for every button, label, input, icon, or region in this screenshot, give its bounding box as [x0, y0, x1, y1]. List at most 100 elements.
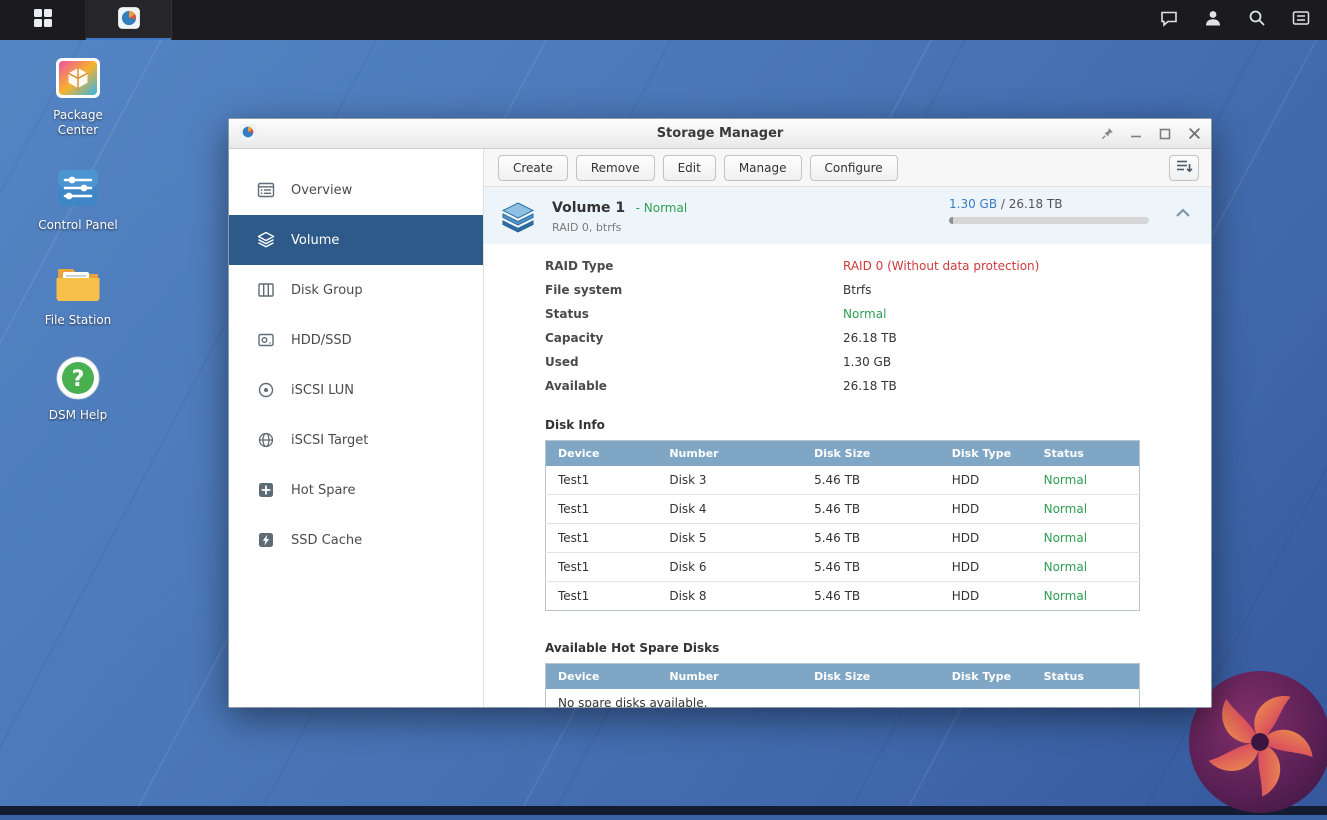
- detail-row: Status Normal: [545, 302, 1195, 326]
- edit-button[interactable]: Edit: [663, 155, 716, 181]
- sidebar-item-label: HDD/SSD: [291, 333, 352, 348]
- sidebar-item-iscsi-lun[interactable]: iSCSI LUN: [229, 365, 483, 415]
- sidebar-item-volume[interactable]: Volume: [229, 215, 483, 265]
- sidebar-item-disk-group[interactable]: Disk Group: [229, 265, 483, 315]
- apps-menu-icon: [32, 7, 54, 33]
- column-header: Number: [657, 441, 802, 467]
- manage-button[interactable]: Manage: [724, 155, 802, 181]
- window-titlebar[interactable]: Storage Manager: [229, 119, 1211, 149]
- sidebar-item-label: Volume: [291, 233, 339, 248]
- desktop-icon-label: Package Center: [44, 108, 112, 138]
- column-header: Status: [1032, 441, 1140, 467]
- sidebar-item-label: Hot Spare: [291, 483, 356, 498]
- status-cell: Normal: [1032, 524, 1140, 553]
- table-cell: Disk 3: [657, 466, 802, 495]
- desktop-icon-package-center[interactable]: Package Center: [30, 55, 126, 138]
- table-row[interactable]: Test1 Disk 3 5.46 TB HDD Normal: [546, 466, 1140, 495]
- sidebar-item-ssd-cache[interactable]: SSD Cache: [229, 515, 483, 565]
- create-button[interactable]: Create: [498, 155, 568, 181]
- desktop-bottom-band: [0, 806, 1327, 815]
- user-menu-button[interactable]: [1191, 0, 1235, 40]
- volume-name: Volume 1: [552, 200, 625, 216]
- table-cell: 5.46 TB: [802, 582, 940, 611]
- iscsi-lun-icon: [256, 380, 276, 400]
- desktop-icon-file-station[interactable]: File Station: [30, 260, 126, 328]
- configure-button[interactable]: Configure: [810, 155, 898, 181]
- storage-manager-icon: [117, 6, 141, 34]
- detail-value: 26.18 TB: [843, 331, 897, 345]
- table-header-row: Device Number Disk Size Disk Type Status: [546, 441, 1140, 467]
- minimize-icon[interactable]: [1129, 127, 1143, 141]
- table-cell: HDD: [940, 466, 1032, 495]
- desktop-icon-dsm-help[interactable]: ? DSM Help: [30, 355, 126, 423]
- detail-row: Used 1.30 GB: [545, 350, 1195, 374]
- volume-header[interactable]: Volume 1 - Normal RAID 0, btrfs 1.30 GB …: [484, 187, 1211, 244]
- storage-manager-sidebar: Overview Volume Disk Group HDD/SSD: [229, 149, 484, 707]
- storage-manager-content: Create Remove Edit Manage Configure: [484, 149, 1211, 707]
- disk-info-table: Device Number Disk Size Disk Type Status…: [545, 440, 1140, 611]
- detail-label: Used: [545, 355, 843, 369]
- empty-message: No spare disks available.: [546, 689, 1140, 707]
- sidebar-item-iscsi-target[interactable]: iSCSI Target: [229, 415, 483, 465]
- volume-usage: 1.30 GB / 26.18 TB: [949, 197, 1149, 224]
- detail-row: Available 26.18 TB: [545, 374, 1195, 398]
- detail-value: Normal: [843, 307, 886, 321]
- sidebar-item-label: iSCSI Target: [291, 433, 368, 448]
- chat-icon: [1159, 8, 1179, 32]
- volume-usage-bar: [949, 217, 1149, 224]
- hdd-ssd-icon: [256, 330, 276, 350]
- column-header: Disk Size: [802, 441, 940, 467]
- table-row[interactable]: Test1 Disk 6 5.46 TB HDD Normal: [546, 553, 1140, 582]
- volume-details: RAID Type RAID 0 (Without data protectio…: [484, 244, 1211, 398]
- detail-label: Capacity: [545, 331, 843, 345]
- table-cell: Test1: [546, 582, 658, 611]
- control-panel-icon: [55, 165, 101, 211]
- main-menu-button[interactable]: [0, 0, 86, 40]
- table-cell: Test1: [546, 466, 658, 495]
- table-cell: 5.46 TB: [802, 466, 940, 495]
- sidebar-item-hdd-ssd[interactable]: HDD/SSD: [229, 315, 483, 365]
- detail-value: 1.30 GB: [843, 355, 891, 369]
- status-cell: Normal: [1032, 495, 1140, 524]
- notifications-button[interactable]: [1147, 0, 1191, 40]
- empty-row: No spare disks available.: [546, 689, 1140, 707]
- table-cell: HDD: [940, 495, 1032, 524]
- column-header: Device: [546, 441, 658, 467]
- hot-spare-title: Available Hot Spare Disks: [545, 641, 1195, 655]
- status-cell: Normal: [1032, 553, 1140, 582]
- sidebar-item-label: Overview: [291, 183, 352, 198]
- table-cell: 5.46 TB: [802, 553, 940, 582]
- desktop-icon-label: File Station: [30, 313, 126, 328]
- desktop-icon-control-panel[interactable]: Control Panel: [30, 165, 126, 233]
- table-row[interactable]: Test1 Disk 8 5.46 TB HDD Normal: [546, 582, 1140, 611]
- table-row[interactable]: Test1 Disk 4 5.46 TB HDD Normal: [546, 495, 1140, 524]
- sidebar-item-label: iSCSI LUN: [291, 383, 354, 398]
- svg-text:?: ?: [72, 367, 85, 392]
- detail-label: RAID Type: [545, 259, 843, 273]
- sidebar-item-overview[interactable]: Overview: [229, 165, 483, 215]
- list-view-icon: [1175, 157, 1193, 179]
- remove-button[interactable]: Remove: [576, 155, 655, 181]
- maximize-icon[interactable]: [1158, 127, 1172, 141]
- table-cell: Disk 4: [657, 495, 802, 524]
- column-header: Disk Type: [940, 664, 1032, 690]
- table-cell: Test1: [546, 553, 658, 582]
- status-cell: Normal: [1032, 466, 1140, 495]
- table-cell: HDD: [940, 553, 1032, 582]
- widgets-button[interactable]: [1279, 0, 1323, 40]
- detail-row: File system Btrfs: [545, 278, 1195, 302]
- storage-manager-window: Storage Manager Overview: [228, 118, 1212, 708]
- table-row[interactable]: Test1 Disk 5 5.46 TB HDD Normal: [546, 524, 1140, 553]
- detail-label: Available: [545, 379, 843, 393]
- pin-icon[interactable]: [1100, 127, 1114, 141]
- volume-used-value: 1.30 GB: [949, 197, 997, 211]
- list-view-button[interactable]: [1169, 155, 1199, 181]
- overview-icon: [256, 180, 276, 200]
- chevron-up-icon[interactable]: [1175, 203, 1191, 222]
- detail-row: Capacity 26.18 TB: [545, 326, 1195, 350]
- taskbar-storage-manager-button[interactable]: [86, 0, 172, 40]
- sidebar-item-hot-spare[interactable]: Hot Spare: [229, 465, 483, 515]
- search-button[interactable]: [1235, 0, 1279, 40]
- close-icon[interactable]: [1187, 127, 1201, 141]
- table-cell: Test1: [546, 524, 658, 553]
